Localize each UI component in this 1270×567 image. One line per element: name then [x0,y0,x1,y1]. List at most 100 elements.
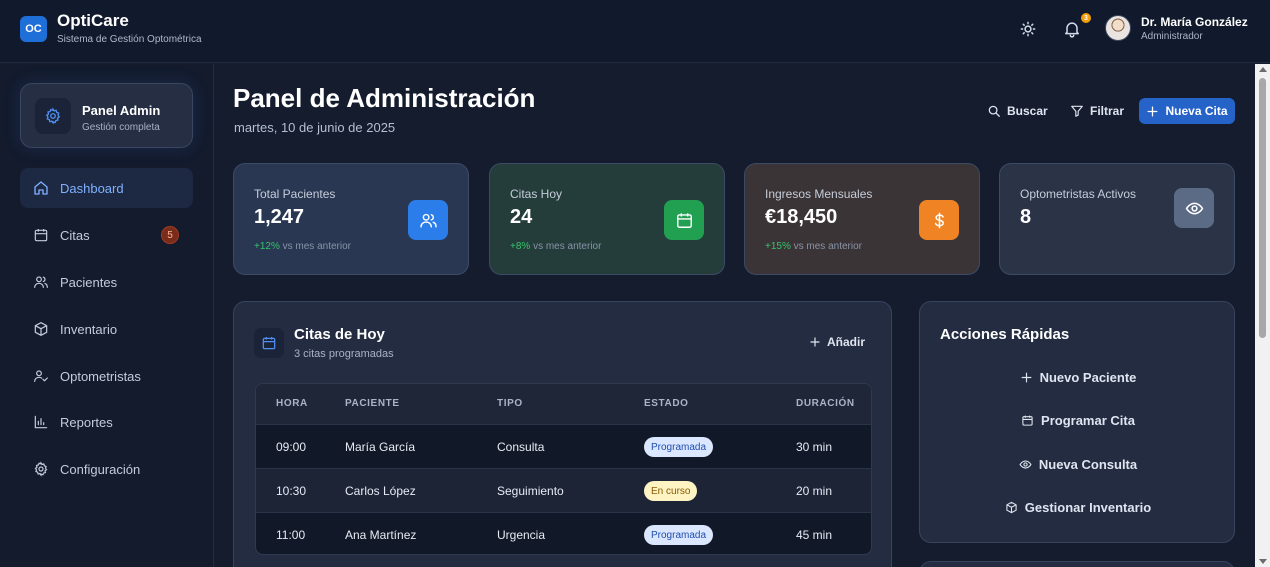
stat-card-optometristas-activos[interactable]: Optometristas Activos 8 [999,163,1235,275]
sidebar-item-label: Configuración [60,461,141,477]
stat-value: 1,247 [254,206,305,228]
cell-type: Seguimiento [497,484,564,498]
cell-duration: 30 min [796,440,833,454]
table-row[interactable]: 10:30 Carlos López Seguimiento En curso … [256,468,871,512]
admin-card-subtitle: Gestión completa [82,122,160,133]
stat-card-citas-hoy[interactable]: Citas Hoy 24 +8% vs mes anterior [489,163,725,275]
sidebar-item-label: Reportes [60,414,113,430]
table-row[interactable]: 09:00 María García Consulta Programada 3… [256,424,871,468]
stat-label: Total Pacientes [254,187,336,201]
stat-change: +12% vs mes anterior [254,241,351,252]
search-button[interactable]: Buscar [987,99,1048,123]
notification-count-badge: 3 [1081,13,1091,23]
next-panel-edge [919,561,1235,567]
stat-value: €18,450 [765,206,838,228]
stat-label: Optometristas Activos [1020,187,1137,201]
cell-duration: 45 min [796,528,833,542]
sidebar-item-reportes[interactable]: Reportes [20,402,193,442]
sidebar-item-optometristas[interactable]: Optometristas [20,356,193,396]
users-icon [408,200,448,240]
stat-change-note: vs mes anterior [282,241,351,252]
sidebar-item-label: Optometristas [60,368,141,384]
sidebar-item-citas[interactable]: Citas 5 [20,215,193,255]
sidebar-item-inventario[interactable]: Inventario [20,309,193,349]
new-appointment-button[interactable]: Nueva Cita [1139,98,1235,124]
quick-action-label: Nuevo Paciente [1039,369,1137,385]
stat-change: +15% vs mes anterior [765,241,862,252]
filter-icon [1071,105,1083,117]
add-appointment-label: Añadir [827,335,866,349]
add-appointment-button[interactable]: Añadir [809,335,865,349]
calendar-icon [34,229,48,242]
status-badge: Programada [644,437,714,457]
sidebar: Panel Admin Gestión completa Dashboard C… [0,64,214,567]
sidebar-item-pacientes[interactable]: Pacientes [20,262,193,302]
cell-patient: Carlos López [345,484,416,498]
dollar-icon [919,200,959,240]
page-title: Panel de Administración [233,83,536,113]
stat-change-value: +8% [510,241,531,252]
column-header-tipo: TIPO [497,398,523,409]
quick-action-manage-inventory[interactable]: Gestionar Inventario [920,495,1236,519]
sidebar-item-label: Citas [60,227,90,243]
quick-action-label: Programar Cita [1041,412,1135,428]
app-logo[interactable]: OC [20,16,47,42]
stat-card-total-pacientes[interactable]: Total Pacientes 1,247 +12% vs mes anteri… [233,163,469,275]
stat-value: 8 [1020,206,1032,228]
plus-icon [1148,106,1158,116]
quick-actions-panel: Acciones Rápidas Nuevo Paciente Programa… [919,301,1235,543]
page-scrollbar[interactable] [1255,64,1270,567]
avatar[interactable] [1105,15,1131,41]
column-header-duracion: DURACIÓN [796,398,855,409]
status-badge: Programada [644,525,714,545]
sidebar-item-dashboard[interactable]: Dashboard [20,168,193,208]
admin-panel-card[interactable]: Panel Admin Gestión completa [20,83,193,148]
user-role: Administrador [1141,31,1203,42]
stat-change-value: +15% [765,241,791,252]
scrollbar-thumb[interactable] [1259,78,1266,338]
appointments-table: HORA PACIENTE TIPO ESTADO DURACIÓN 09:00… [255,383,872,555]
quick-action-new-patient[interactable]: Nuevo Paciente [920,365,1236,389]
todays-appointments-panel: Citas de Hoy 3 citas programadas Añadir … [233,301,892,567]
quick-action-new-consultation[interactable]: Nueva Consulta [920,452,1236,476]
user-name[interactable]: Dr. María González [1141,15,1248,29]
box-icon [34,322,48,336]
scroll-up-arrow-icon[interactable] [1259,67,1267,72]
stat-change-note: vs mes anterior [793,241,862,252]
stat-label: Ingresos Mensuales [765,187,873,201]
plus-icon [810,337,820,347]
stat-value: 24 [510,206,533,228]
bar-chart-icon [34,415,48,429]
cell-time: 11:00 [276,528,306,542]
new-appointment-label: Nueva Cita [1165,104,1228,118]
quick-action-schedule-appointment[interactable]: Programar Cita [920,408,1236,432]
filter-button[interactable]: Filtrar [1070,99,1124,123]
column-header-paciente: PACIENTE [345,398,400,409]
calendar-icon [254,328,284,358]
scroll-down-arrow-icon[interactable] [1259,559,1267,564]
stat-card-ingresos-mensuales[interactable]: Ingresos Mensuales €18,450 +15% vs mes a… [744,163,980,275]
sidebar-item-configuracion[interactable]: Configuración [20,449,193,489]
calendar-icon [664,200,704,240]
sidebar-item-label: Inventario [60,321,118,337]
stat-change-note: vs mes anterior [533,241,602,252]
home-icon [34,181,48,195]
page-date: martes, 10 de junio de 2025 [234,120,396,135]
user-check-icon [34,370,48,382]
stat-change: +8% vs mes anterior [510,241,601,252]
theme-toggle-sun-icon[interactable] [1018,19,1038,39]
gear-icon [35,98,71,134]
search-button-label: Buscar [1007,104,1048,118]
notifications-bell-icon[interactable] [1062,19,1082,39]
quick-actions-title: Acciones Rápidas [940,326,1070,343]
cell-time: 10:30 [276,484,307,498]
sidebar-item-label: Dashboard [60,180,124,196]
gear-icon [34,461,48,477]
table-row[interactable]: 11:00 Ana Martínez Urgencia Programada 4… [256,512,871,554]
cell-patient: Ana Martínez [345,528,417,542]
quick-action-label: Gestionar Inventario [1024,499,1152,515]
table-header: HORA PACIENTE TIPO ESTADO DURACIÓN [256,384,871,424]
eye-icon [1019,459,1032,469]
plus-icon [1021,372,1032,382]
column-header-hora: HORA [276,398,308,409]
